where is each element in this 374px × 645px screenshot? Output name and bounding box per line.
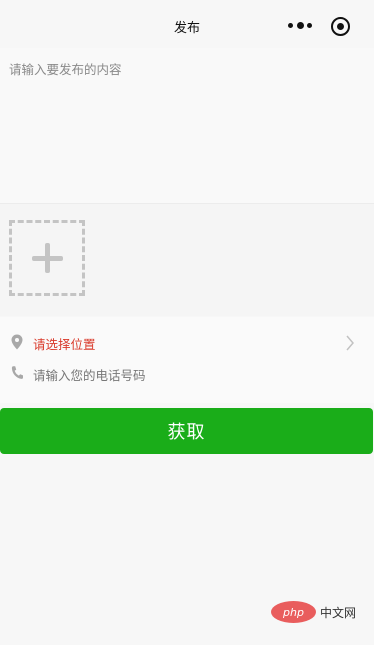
target-icon[interactable]	[331, 17, 350, 36]
location-picker[interactable]: 请选择位置	[0, 327, 374, 357]
php-logo: php	[271, 601, 316, 623]
add-image-button[interactable]	[9, 220, 85, 296]
content-textarea[interactable]: 请输入要发布的内容	[0, 48, 374, 204]
watermark: php 中文网	[271, 598, 371, 626]
page-title: 发布	[173, 21, 200, 36]
chevron-right-icon	[346, 335, 354, 351]
submit-button[interactable]: 获取	[0, 408, 373, 454]
location-label: 请选择位置	[33, 337, 96, 352]
publish-page: 发布 请输入要发布的内容 请选择位置 请输入您的电话号码 获取 php 中文网	[0, 0, 374, 645]
form-section: 请选择位置 请输入您的电话号码	[0, 317, 374, 403]
plus-icon	[32, 256, 63, 261]
more-dot	[296, 21, 304, 29]
watermark-text: 中文网	[320, 605, 357, 620]
phone-input[interactable]: 请输入您的电话号码	[0, 358, 374, 388]
content-placeholder: 请输入要发布的内容	[9, 62, 122, 77]
more-dot	[288, 22, 293, 28]
location-pin-icon	[11, 334, 23, 350]
phone-placeholder: 请输入您的电话号码	[33, 368, 146, 383]
more-dots-icon[interactable]	[288, 20, 312, 30]
image-upload-section	[0, 204, 374, 316]
phone-icon	[11, 366, 23, 379]
more-dot	[307, 22, 312, 28]
nav-bar: 发布	[0, 0, 374, 48]
